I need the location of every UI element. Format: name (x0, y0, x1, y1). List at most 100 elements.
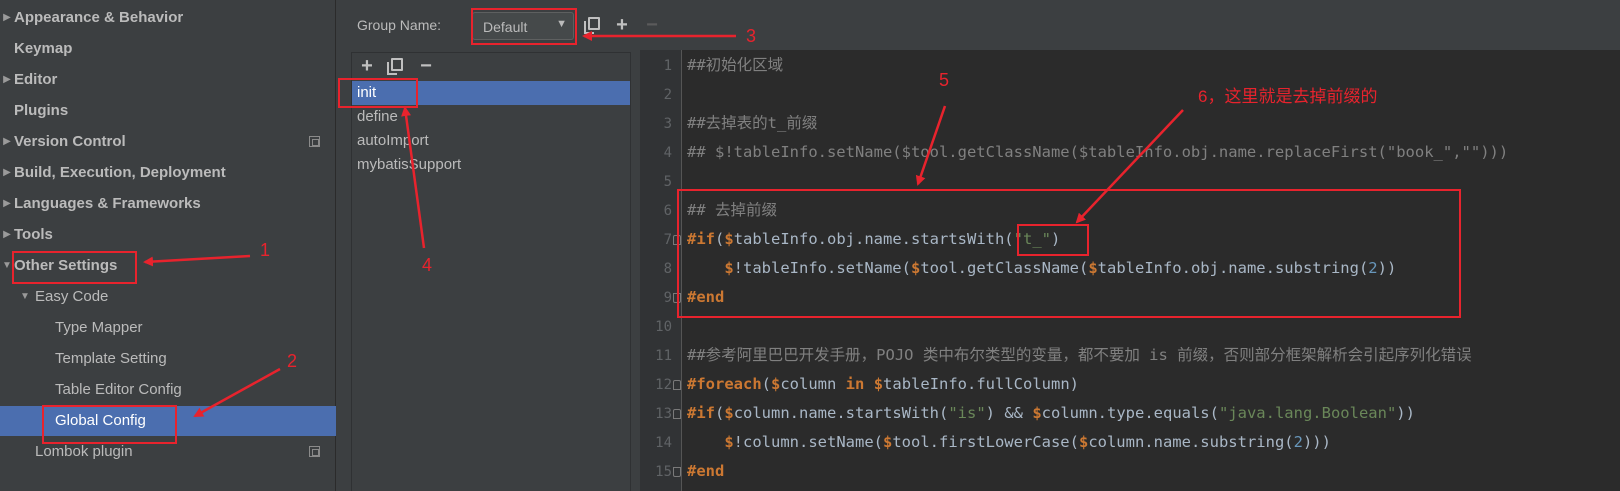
chevron-down-icon[interactable]: ▼ (0, 251, 14, 281)
add-group-button[interactable]: + (611, 14, 633, 36)
settings-tree: ▶ Appearance & Behavior Keymap ▶ Editor Plugi… (0, 0, 336, 491)
code-editor[interactable]: 1 2 3 4 5 6 7 8 9 10 11 12 13 14 15 ##初始化区域 ##去掉表的t_前缀 #… (640, 50, 1620, 491)
code-line[interactable]: $!tableInfo.setName($tool.getClassName($… (687, 254, 1396, 283)
code-token: ## $!tableInfo.setName($tool.getClassNam… (687, 143, 1509, 161)
chevron-down-icon[interactable]: ▼ (18, 282, 32, 312)
sidebar-item-label: Languages & Frameworks (14, 195, 201, 212)
code-token: )) (1377, 259, 1397, 277)
code-token: "java.lang.Boolean" (1218, 404, 1397, 422)
sidebar-item-label: Tools (14, 226, 53, 243)
sidebar-item-label: Other Settings (14, 257, 118, 274)
template-list-item-mybatissupport[interactable]: mybatisSupport (352, 153, 630, 177)
template-list-item-label: autoImport (357, 132, 429, 149)
code-token: $ (873, 375, 884, 393)
sidebar-item-label: Version Control (14, 133, 126, 150)
code-line[interactable]: ##初始化区域 (687, 51, 783, 80)
copy-group-button[interactable] (583, 14, 605, 36)
sidebar-item-label: Type Mapper (55, 319, 143, 336)
sidebar-item-label: Plugins (14, 102, 69, 119)
code-line[interactable]: #foreach($column in $tableInfo.fullColum… (687, 370, 1079, 399)
code-token: $ (1078, 433, 1089, 451)
template-list-item-define[interactable]: define (352, 105, 630, 129)
code-token: 2 (1368, 259, 1378, 277)
code-line[interactable]: #end (687, 457, 724, 486)
template-list-item-init[interactable]: init (352, 81, 630, 105)
code-token: ( (761, 375, 771, 393)
code-token: $ (910, 259, 921, 277)
sidebar-item-table-editor-config[interactable]: Table Editor Config (0, 375, 336, 405)
project-scope-icon (309, 136, 320, 147)
chevron-right-icon[interactable]: ▶ (0, 127, 14, 157)
sidebar-item-editor[interactable]: ▶ Editor (0, 65, 336, 95)
sidebar-item-label: Keymap (14, 40, 73, 57)
fold-start-icon[interactable] (673, 235, 681, 245)
code-line[interactable]: #end (687, 283, 724, 312)
code-token: $ (724, 259, 734, 277)
code-token: tool.firstLowerCase( (892, 433, 1079, 451)
list-toolbar: + − (352, 53, 630, 81)
sidebar-item-languages-frameworks[interactable]: ▶ Languages & Frameworks (0, 189, 336, 219)
code-token: $ (724, 230, 734, 248)
sidebar-item-keymap[interactable]: Keymap (0, 34, 336, 64)
sidebar-item-other-settings[interactable]: ▼ Other Settings (0, 251, 336, 281)
template-list: init define autoImport mybatisSupport (352, 81, 630, 491)
sidebar-item-template-setting[interactable]: Template Setting (0, 344, 336, 374)
sidebar-item-label: Template Setting (55, 350, 167, 367)
line-number: 14 (655, 435, 672, 451)
sidebar-item-appearance-behavior[interactable]: ▶ Appearance & Behavior (0, 3, 336, 33)
code-line[interactable]: ## 去掉前缀 (687, 196, 777, 225)
code-token: "is" (948, 404, 986, 422)
sidebar-item-lombok-plugin[interactable]: Lombok plugin (0, 437, 336, 467)
remove-group-button[interactable]: − (641, 14, 663, 36)
sidebar-item-build-execution-deployment[interactable]: ▶ Build, Execution, Deployment (0, 158, 336, 188)
code-line[interactable]: $!column.setName($tool.firstLowerCase($c… (687, 428, 1331, 457)
line-number: 3 (663, 116, 672, 132)
code-token: tool.getClassName( (920, 259, 1089, 277)
chevron-right-icon[interactable]: ▶ (0, 65, 14, 95)
line-number: 13 (655, 406, 672, 422)
chevron-right-icon[interactable]: ▶ (0, 3, 14, 33)
code-line[interactable]: ##参考阿里巴巴开发手册，POJO 类中布尔类型的变量，都不要加 is 前缀，否… (687, 341, 1472, 370)
code-token: ## 去掉前缀 (687, 201, 777, 219)
code-token: "t_" (1013, 230, 1051, 248)
code-token: column (780, 375, 846, 393)
code-line[interactable]: ## $!tableInfo.setName($tool.getClassNam… (687, 138, 1508, 167)
fold-start-icon[interactable] (673, 380, 681, 390)
code-token: tableInfo.obj.name.substring( (1097, 259, 1369, 277)
code-token: tableInfo.obj.name.startsWith( (733, 230, 1014, 248)
add-template-button[interactable]: + (356, 55, 378, 77)
code-line[interactable]: #if($column.name.startsWith("is") && $co… (687, 399, 1415, 428)
template-list-item-autoimport[interactable]: autoImport (352, 129, 630, 153)
copy-template-button[interactable] (386, 55, 408, 77)
sidebar-item-label: Editor (14, 71, 58, 88)
sidebar-item-tools[interactable]: ▶ Tools (0, 220, 336, 250)
code-line[interactable]: #if($tableInfo.obj.name.startsWith("t_") (687, 225, 1060, 254)
sidebar-item-type-mapper[interactable]: Type Mapper (0, 313, 336, 343)
fold-end-icon[interactable] (673, 293, 681, 303)
fold-end-icon[interactable] (673, 467, 681, 477)
chevron-right-icon[interactable]: ▶ (0, 220, 14, 250)
code-token: ##初始化区域 (687, 56, 784, 74)
line-number: 2 (663, 87, 672, 103)
sidebar-item-label: Easy Code (35, 288, 109, 305)
sidebar-item-label: Lombok plugin (35, 443, 133, 460)
chevron-right-icon[interactable]: ▶ (0, 158, 14, 188)
sidebar-item-global-config[interactable]: Global Config (0, 406, 336, 436)
code-line[interactable]: ##去掉表的t_前缀 (687, 109, 817, 138)
group-bar: Group Name: Default ▼ + − (337, 0, 1620, 52)
line-number: 1 (663, 58, 672, 74)
remove-template-button[interactable]: − (415, 55, 437, 77)
line-number: 6 (663, 203, 672, 219)
sidebar-item-label: Build, Execution, Deployment (14, 164, 226, 181)
code-token: ))) (1302, 433, 1331, 451)
chevron-right-icon[interactable]: ▶ (0, 189, 14, 219)
sidebar-item-version-control[interactable]: ▶ Version Control (0, 127, 336, 157)
sidebar-item-easy-code[interactable]: ▼ Easy Code (0, 282, 336, 312)
group-name-select[interactable]: Default ▼ (472, 12, 574, 40)
line-number: 7 (663, 232, 672, 248)
sidebar-item-plugins[interactable]: Plugins (0, 96, 336, 126)
fold-start-icon[interactable] (673, 409, 681, 419)
group-name-value: Default (483, 19, 528, 35)
code-token: $ (1088, 259, 1098, 277)
